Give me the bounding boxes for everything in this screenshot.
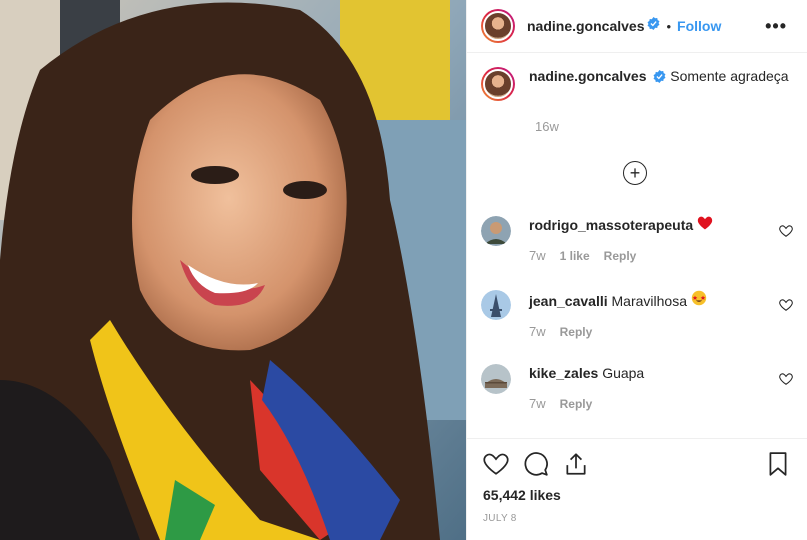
comment-icon[interactable] [523,451,549,477]
comment-item: kike_zales Guapa 7w Reply [481,364,793,411]
comment-meta: 7w Reply [529,396,779,411]
author-avatar[interactable] [481,9,515,43]
comment-age: 7w [529,248,546,263]
comment-username[interactable]: rodrigo_massoterapeuta [529,217,693,233]
comment-like-icon[interactable] [779,298,793,312]
action-bar [483,451,791,477]
reply-button[interactable]: Reply [560,325,593,339]
caption-avatar[interactable] [481,67,515,101]
separator-dot: • [666,18,672,34]
comments-section: nadine.goncalves Somente agradeça 16w [467,53,807,134]
caption-text-block: nadine.goncalves Somente agradeça [529,67,789,101]
add-circle-icon[interactable]: + [623,161,647,185]
reply-button[interactable]: Reply [604,249,637,263]
heart-outline-icon[interactable] [483,451,509,477]
post-dialog: nadine.goncalves • Follow ••• nadine.gon… [0,0,807,540]
comment-text: Guapa [602,365,645,381]
red-heart-icon [697,216,713,233]
reply-button[interactable]: Reply [560,397,593,411]
comment-likes[interactable]: 1 like [560,249,590,263]
caption-age: 16w [535,119,559,134]
author-username[interactable]: nadine.goncalves [527,18,644,34]
comment-like-icon[interactable] [779,372,793,386]
comment-item: rodrigo_massoterapeuta 7w 1 like Reply [481,216,793,263]
caption-username[interactable]: nadine.goncalves [529,68,646,84]
commenter-avatar[interactable] [481,290,511,320]
commenter-avatar[interactable] [481,216,511,246]
comment-meta: 7w Reply [529,324,779,339]
comment-meta: 7w 1 like Reply [529,248,779,263]
share-icon[interactable] [563,451,589,477]
post-date: July 8 [483,513,517,524]
selfie-image [0,0,466,540]
comment-like-icon[interactable] [779,224,793,238]
caption: nadine.goncalves Somente agradeça [481,67,793,101]
comment-text: Maravilhosa [611,293,687,309]
verified-badge-icon [647,17,660,35]
post-actions: 65,442 likes July 8 [467,438,807,524]
more-icon[interactable]: ••• [765,16,787,37]
post-photo[interactable] [0,0,466,540]
comment-age: 7w [529,396,546,411]
comment-username[interactable]: kike_zales [529,365,598,381]
comment-age: 7w [529,324,546,339]
bookmark-icon[interactable] [765,451,791,477]
post-header: nadine.goncalves • Follow ••• [467,0,807,53]
follow-button[interactable]: Follow [677,18,721,34]
verified-badge-icon [653,69,666,87]
star-eyes-emoji-icon [691,290,707,309]
commenter-avatar[interactable] [481,364,511,394]
comment-username[interactable]: jean_cavalli [529,293,608,309]
post-side-panel: nadine.goncalves • Follow ••• nadine.gon… [466,0,807,540]
likes-count[interactable]: 65,442 likes [483,487,791,503]
caption-text: Somente agradeça [670,68,789,84]
comment-item: jean_cavalli Maravilhosa 7w Reply [481,290,793,339]
